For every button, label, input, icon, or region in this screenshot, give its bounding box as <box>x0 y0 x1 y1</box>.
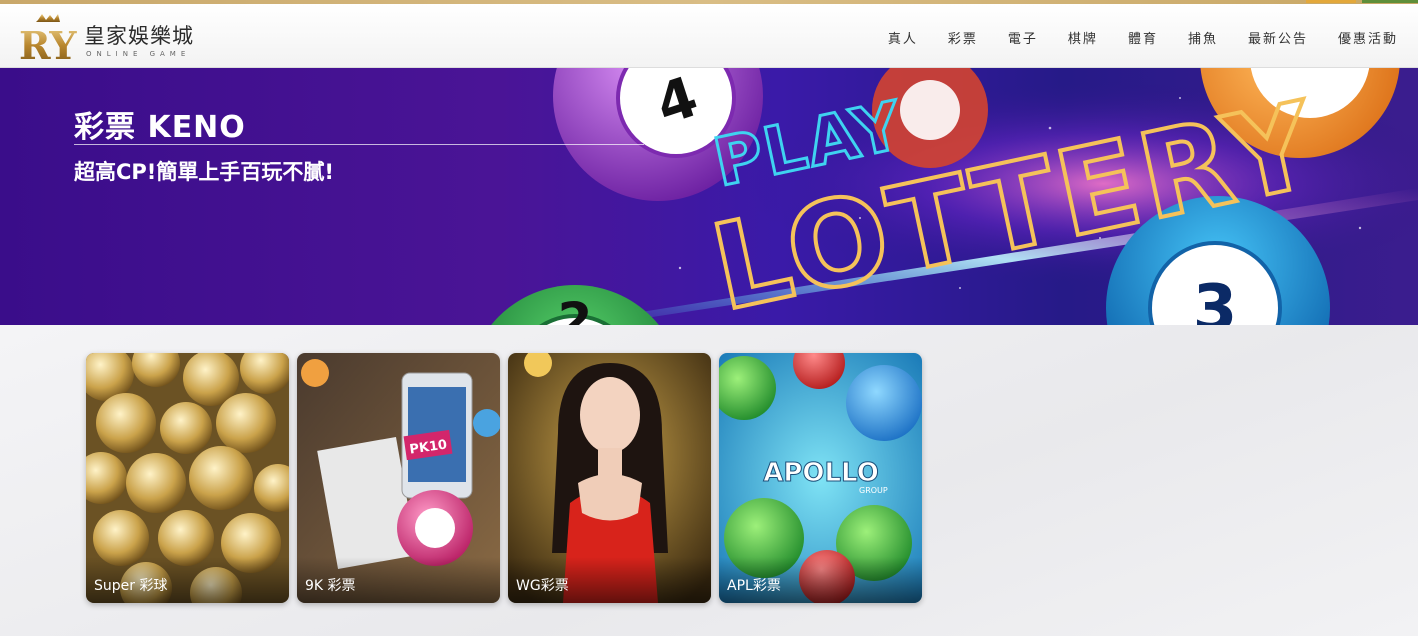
site-header: RY 皇家娛樂城 ONLINE GAME 真人 彩票 電子 棋牌 體育 捕魚 最… <box>0 4 1418 68</box>
game-card-wg[interactable]: WG彩票 <box>508 353 711 603</box>
ball-number-3: 3 <box>1193 272 1238 325</box>
top-corner-button-b[interactable] <box>1362 0 1418 3</box>
site-logo[interactable]: RY 皇家娛樂城 ONLINE GAME <box>20 10 210 64</box>
banner-subtitle: 超高CP!簡單上手百玩不膩! <box>74 160 334 184</box>
game-cards: Super 彩球 PK10 9K 彩票 WG彩票 APOLLO GROUP AP… <box>86 353 922 603</box>
game-card-label: 9K 彩票 <box>297 557 500 603</box>
top-corner-button-a[interactable] <box>1306 0 1356 3</box>
nav-item-slots[interactable]: 電子 <box>1008 28 1038 47</box>
nav-item-board-games[interactable]: 棋牌 <box>1068 28 1098 47</box>
nav-item-live[interactable]: 真人 <box>888 28 918 47</box>
game-card-label: APL彩票 <box>719 557 922 603</box>
game-list-section: Super 彩球 PK10 9K 彩票 WG彩票 APOLLO GROUP AP… <box>0 325 1418 636</box>
nav-item-promotions[interactable]: 優惠活動 <box>1338 28 1398 47</box>
crown-logo-icon: RY <box>20 14 77 64</box>
game-card-label: Super 彩球 <box>86 557 289 603</box>
lottery-banner: 4 2 3 PLAY LOTTERY 彩票 KENO 超高CP!簡單上手百玩不膩… <box>0 68 1418 325</box>
apollo-logo-text: APOLLO <box>763 458 879 488</box>
game-card-label: WG彩票 <box>508 557 711 603</box>
brand-name: 皇家娛樂城 <box>84 24 194 48</box>
apollo-group-text: GROUP <box>859 486 888 495</box>
game-card-apl[interactable]: APOLLO GROUP APL彩票 <box>719 353 922 603</box>
banner-title: 彩票 KENO <box>74 110 246 145</box>
ball-number-2: 2 <box>558 292 593 325</box>
logo-monogram: RY <box>20 23 77 64</box>
main-nav: 真人 彩票 電子 棋牌 體育 捕魚 最新公告 優惠活動 <box>858 28 1398 47</box>
nav-item-sports[interactable]: 體育 <box>1128 28 1158 47</box>
brand-subtitle: ONLINE GAME <box>86 50 191 58</box>
game-card-super[interactable]: Super 彩球 <box>86 353 289 603</box>
banner-divider <box>74 144 644 145</box>
nav-item-lottery[interactable]: 彩票 <box>948 28 978 47</box>
nav-item-announcements[interactable]: 最新公告 <box>1248 28 1308 47</box>
nav-item-fishing[interactable]: 捕魚 <box>1188 28 1218 47</box>
game-card-9k[interactable]: PK10 9K 彩票 <box>297 353 500 603</box>
